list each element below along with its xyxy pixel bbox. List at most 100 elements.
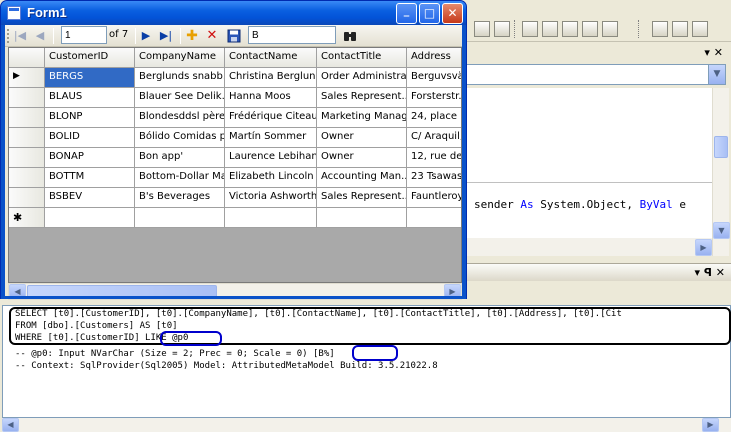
grid-cell[interactable]: 23 Tsawasse bbox=[407, 168, 461, 188]
grid-cell[interactable]: Martín Sommer bbox=[225, 128, 317, 148]
indent-icon[interactable] bbox=[474, 21, 490, 37]
minimize-button[interactable]: _ bbox=[396, 3, 417, 24]
maximize-button[interactable]: □ bbox=[419, 3, 440, 24]
row-header[interactable] bbox=[9, 188, 45, 208]
output-horizontal-scrollbar[interactable]: ◀ ▶ bbox=[2, 418, 731, 432]
scroll-thumb[interactable] bbox=[714, 136, 728, 158]
grid-cell[interactable] bbox=[135, 208, 225, 228]
window-icon[interactable] bbox=[672, 21, 688, 37]
move-first-icon[interactable]: |◀ bbox=[13, 29, 27, 43]
row-header[interactable] bbox=[9, 148, 45, 168]
move-next-icon[interactable]: ▶ bbox=[139, 29, 153, 43]
grid-cell[interactable]: Elizabeth Lincoln bbox=[225, 168, 317, 188]
grid-cell[interactable]: BLAUS bbox=[45, 88, 135, 108]
grid-cell[interactable]: Marketing Manager bbox=[317, 108, 407, 128]
grid-cell[interactable]: BSBEV bbox=[45, 188, 135, 208]
count-label: of 7 bbox=[109, 29, 129, 40]
grid-cell[interactable]: Fauntleroy Ci bbox=[407, 188, 461, 208]
grid-cell[interactable]: Blondesddsl père... bbox=[135, 108, 225, 128]
grid-cell[interactable]: Owner bbox=[317, 148, 407, 168]
grid-cell[interactable] bbox=[225, 208, 317, 228]
move-previous-icon[interactable]: ◀ bbox=[33, 29, 47, 43]
grid-cell[interactable]: BOLID bbox=[45, 128, 135, 148]
grid-cell[interactable]: Sales Represent... bbox=[317, 188, 407, 208]
column-header[interactable]: CustomerID bbox=[45, 48, 135, 68]
editor-close-icon[interactable]: ▾ ✕ bbox=[704, 46, 723, 59]
properties-icon[interactable] bbox=[542, 21, 558, 37]
filter-input[interactable] bbox=[248, 26, 336, 44]
column-header[interactable]: Address bbox=[407, 48, 461, 68]
grid-cell[interactable] bbox=[45, 208, 135, 228]
grid-cell[interactable]: Order Administrator bbox=[317, 68, 407, 88]
new-row-icon[interactable]: ✱ bbox=[9, 208, 45, 228]
grid-cell[interactable]: Laurence Lebihan bbox=[225, 148, 317, 168]
tools-icon[interactable] bbox=[582, 21, 598, 37]
binoculars-icon[interactable] bbox=[343, 29, 357, 43]
outdent-icon[interactable] bbox=[494, 21, 510, 37]
grid-cell[interactable]: Christina Berglund bbox=[225, 68, 317, 88]
grid-cell[interactable]: BONAP bbox=[45, 148, 135, 168]
save-icon[interactable] bbox=[227, 29, 241, 43]
corner-header[interactable] bbox=[9, 48, 45, 68]
output-pane-controls[interactable]: ▾ ꟼ ✕ bbox=[695, 266, 725, 279]
sql-highlight-box bbox=[9, 307, 731, 345]
layout-icon[interactable] bbox=[692, 21, 708, 37]
grid-cell[interactable]: C/ Araquil, 67 bbox=[407, 128, 461, 148]
code-vertical-scrollbar[interactable]: ▼ bbox=[712, 88, 730, 256]
column-header[interactable]: CompanyName bbox=[135, 48, 225, 68]
grid-cell[interactable]: BERGS bbox=[45, 68, 135, 88]
grid-cell[interactable]: BOTTM bbox=[45, 168, 135, 188]
code-editor[interactable]: sender As System.Object, ByVal e bbox=[466, 88, 712, 238]
delete-icon[interactable]: ✕ bbox=[205, 29, 219, 43]
form-icon bbox=[7, 6, 21, 20]
add-new-icon[interactable]: ✚ bbox=[185, 29, 199, 43]
grid-cell[interactable]: Accounting Man... bbox=[317, 168, 407, 188]
toolbar-grip bbox=[638, 20, 641, 38]
grid-cell[interactable]: 12, rue des B bbox=[407, 148, 461, 168]
move-last-icon[interactable]: ▶| bbox=[159, 29, 173, 43]
row-header[interactable] bbox=[9, 108, 45, 128]
title-bar[interactable]: Form1 _ □ ✕ bbox=[1, 1, 466, 25]
grid-cell[interactable] bbox=[407, 208, 461, 228]
object-browser-icon[interactable] bbox=[562, 21, 578, 37]
position-input[interactable] bbox=[61, 26, 107, 44]
scroll-right-icon[interactable]: ▶ bbox=[695, 239, 712, 256]
grid-cell[interactable]: Berguvsväge bbox=[407, 68, 461, 88]
row-header[interactable] bbox=[9, 128, 45, 148]
grid-cell[interactable]: Forsterstr. 57 bbox=[407, 88, 461, 108]
row-header[interactable] bbox=[9, 88, 45, 108]
scroll-right-icon[interactable]: ▶ bbox=[702, 418, 719, 432]
code-line: sender As System.Object, ByVal e bbox=[474, 198, 686, 211]
grid-cell[interactable]: Bon app' bbox=[135, 148, 225, 168]
grid-cell[interactable]: Bottom-Dollar Ma... bbox=[135, 168, 225, 188]
grid-cell[interactable]: Owner bbox=[317, 128, 407, 148]
scroll-down-icon[interactable]: ▼ bbox=[713, 222, 730, 239]
row-header[interactable] bbox=[9, 168, 45, 188]
grid-cell[interactable]: Frédérique Citeaux bbox=[225, 108, 317, 128]
chevron-down-icon[interactable]: ▼ bbox=[708, 65, 725, 84]
grid-cell[interactable]: Hanna Moos bbox=[225, 88, 317, 108]
customers-grid[interactable]: CustomerID CompanyName ContactName Conta… bbox=[8, 47, 462, 283]
grid-cell[interactable]: 24, place Klé bbox=[407, 108, 461, 128]
close-button[interactable]: ✕ bbox=[442, 3, 463, 24]
grid-cell[interactable]: Victoria Ashworth bbox=[225, 188, 317, 208]
output-window[interactable]: SELECT [t0].[CustomerID], [t0].[CompanyN… bbox=[2, 305, 731, 418]
output-line: -- @p0: Input NVarChar (Size = 2; Prec =… bbox=[15, 349, 335, 359]
row-indicator-icon[interactable]: ▶ bbox=[9, 68, 45, 88]
method-dropdown[interactable]: ▼ bbox=[466, 64, 726, 85]
find-icon[interactable] bbox=[522, 21, 538, 37]
grid-cell[interactable]: B's Beverages bbox=[135, 188, 225, 208]
grid-cell[interactable]: BLONP bbox=[45, 108, 135, 128]
scroll-left-icon[interactable]: ◀ bbox=[2, 418, 19, 432]
code-horizontal-scrollbar[interactable]: ▶ bbox=[466, 238, 712, 256]
grid-cell[interactable]: Bólido Comidas p... bbox=[135, 128, 225, 148]
grid-cell[interactable]: Blauer See Delik... bbox=[135, 88, 225, 108]
column-header[interactable]: ContactTitle bbox=[317, 48, 407, 68]
like-highlight-oval bbox=[160, 331, 222, 346]
grid-cell[interactable] bbox=[317, 208, 407, 228]
grid-cell[interactable]: Sales Represent... bbox=[317, 88, 407, 108]
toolbox-icon[interactable] bbox=[602, 21, 618, 37]
arrow-icon[interactable] bbox=[652, 21, 668, 37]
grid-cell[interactable]: Berglunds snabb... bbox=[135, 68, 225, 88]
column-header[interactable]: ContactName bbox=[225, 48, 317, 68]
